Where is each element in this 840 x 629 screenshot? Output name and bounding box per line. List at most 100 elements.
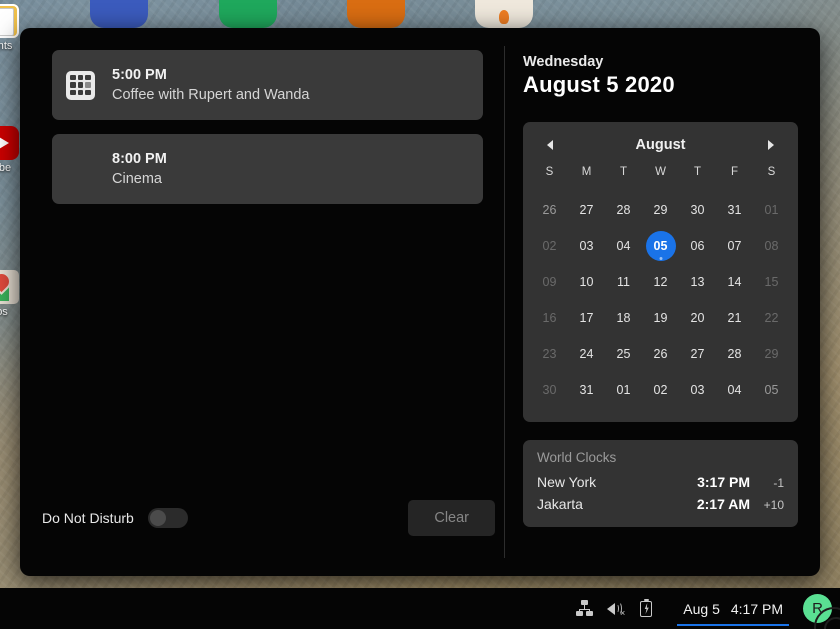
calendar-day-cell[interactable]: 25 — [605, 336, 642, 372]
calendar-day-cell[interactable]: 03 — [679, 372, 716, 408]
calendar-week-row: 23 24 25 26 27 28 29 — [531, 336, 790, 372]
world-clock-city: Jakarta — [537, 496, 583, 512]
event-time: 5:00 PM — [112, 67, 167, 83]
taskbar-time-label: 4:17 PM — [730, 600, 783, 617]
event-list: 5:00 PM Coffee with Rupert and Wanda 8:00 … — [52, 50, 483, 218]
event-title: Cinema — [112, 171, 162, 187]
world-clock-time: 3:17 PM — [697, 474, 750, 490]
prev-month-arrow-icon[interactable] — [541, 136, 559, 154]
calendar-day-cell[interactable]: 10 — [568, 264, 605, 300]
desktop-icon-label: os — [0, 306, 8, 318]
do-not-disturb-toggle[interactable] — [147, 508, 188, 528]
world-clock-offset: +10 — [763, 498, 784, 512]
calendar-week-row: 09 10 11 12 13 14 15 — [531, 264, 790, 300]
calendar-day-cell[interactable]: 31 — [716, 192, 753, 228]
desktop-icon-documents[interactable]: ents — [0, 4, 20, 52]
calendar-day-selected[interactable]: 05 — [642, 228, 679, 264]
dock-app-app-orange[interactable] — [347, 0, 405, 28]
dock-app-app-green[interactable] — [219, 0, 277, 28]
maps-pin-icon — [0, 270, 19, 304]
calendar-day-cell[interactable]: 16 — [531, 300, 568, 336]
calendar-day-cell[interactable]: 11 — [605, 264, 642, 300]
desktop-icon-youtube[interactable]: ube — [0, 126, 20, 174]
calendar-day-cell[interactable]: 02 — [531, 228, 568, 264]
calendar-day-cell[interactable]: 18 — [605, 300, 642, 336]
calendar-day-cell[interactable]: 19 — [642, 300, 679, 336]
date-column: Wednesday August 5 2020 August S M T W T F S 2… — [505, 28, 820, 576]
calendar-day-cell[interactable]: 27 — [679, 336, 716, 372]
event-card[interactable]: 5:00 PM Coffee with Rupert and Wanda — [52, 50, 483, 120]
event-card[interactable]: 8:00 PM Cinema — [52, 134, 483, 204]
calendar-day-cell[interactable]: 13 — [679, 264, 716, 300]
calendar-day-cell[interactable]: 01 — [753, 192, 790, 228]
documents-folder-icon — [0, 4, 19, 38]
calendar-day-cell[interactable]: 12 — [642, 264, 679, 300]
event-body: 5:00 PM Coffee with Rupert and Wanda — [112, 67, 309, 103]
world-clock-city: New York — [537, 474, 597, 490]
calendar-day-cell[interactable]: 21 — [716, 300, 753, 336]
calendar-header: August — [531, 132, 790, 166]
calendar-day-cell[interactable]: 26 — [531, 192, 568, 228]
world-clock-row: Jakarta 2:17 AM +10 — [537, 493, 784, 515]
calendar-day-cell[interactable]: 07 — [716, 228, 753, 264]
world-clocks-widget: World Clocks New York 3:17 PM -1 Jakarta 2:1… — [523, 440, 798, 527]
calendar-day-cell[interactable]: 15 — [753, 264, 790, 300]
calendar-day-initial: W — [655, 166, 666, 178]
world-clock-offset: -1 — [773, 476, 784, 490]
calendar-day-cell[interactable]: 03 — [568, 228, 605, 264]
calendar-day-initial: S — [767, 166, 776, 178]
calendar-day-cell[interactable]: 22 — [753, 300, 790, 336]
calendar-week-row: 02 03 04 05 06 07 08 — [531, 228, 790, 264]
calendar-day-cell[interactable]: 29 — [642, 192, 679, 228]
weekday-label: Wednesday — [523, 54, 604, 70]
calendar-day-cell[interactable]: 28 — [605, 192, 642, 228]
calendar-day-cell[interactable]: 31 — [568, 372, 605, 408]
calendar-day-cell[interactable]: 14 — [716, 264, 753, 300]
calendar-day-cell[interactable]: 09 — [531, 264, 568, 300]
volume-muted-icon[interactable]: × — [607, 600, 625, 618]
full-date-label: August 5 2020 — [523, 72, 675, 97]
calendar-day-cell[interactable]: 30 — [531, 372, 568, 408]
calendar-week-row: 16 17 18 19 20 21 22 — [531, 300, 790, 336]
desktop-icon-label: ube — [0, 162, 12, 174]
desktop: ents ube os 5:00 PM Coffee with Rupert and … — [0, 0, 840, 629]
calendar-day-cell[interactable]: 30 — [679, 192, 716, 228]
world-clock-row: New York 3:17 PM -1 — [537, 471, 784, 493]
world-clock-time: 2:17 AM — [696, 496, 750, 512]
do-not-disturb-label: Do Not Disturb — [42, 510, 134, 526]
calendar-day-initial: M — [581, 166, 592, 178]
notification-calendar-panel: 5:00 PM Coffee with Rupert and Wanda 8:00 … — [20, 28, 820, 576]
calendar-day-cell[interactable]: 27 — [568, 192, 605, 228]
calendar-day-cell[interactable]: 02 — [642, 372, 679, 408]
calendar-month-label: August — [635, 137, 686, 153]
calendar-day-initials: SMTWTFS — [531, 166, 790, 178]
event-icon-slot — [66, 70, 96, 100]
calendar-day-cell[interactable]: 26 — [642, 336, 679, 372]
calendar-week-row: 26 27 28 29 30 31 01 — [531, 192, 790, 228]
dock-app-inner-shape — [499, 10, 509, 24]
clear-notifications-button[interactable]: Clear — [408, 500, 495, 536]
calendar-day-cell[interactable]: 01 — [605, 372, 642, 408]
calendar-day-cell[interactable]: 23 — [531, 336, 568, 372]
battery-charging-icon[interactable] — [638, 599, 655, 617]
calendar-day-cell[interactable]: 06 — [679, 228, 716, 264]
system-tray: × — [562, 599, 669, 618]
calendar-day-cell[interactable]: 17 — [568, 300, 605, 336]
calendar-day-cell[interactable]: 08 — [753, 228, 790, 264]
calendar-day-cell[interactable]: 20 — [679, 300, 716, 336]
calendar-day-cell[interactable]: 04 — [605, 228, 642, 264]
dock-app-app-blue[interactable] — [90, 0, 148, 28]
next-month-arrow-icon[interactable] — [762, 136, 780, 154]
event-body: 8:00 PM Cinema — [112, 151, 167, 187]
network-icon[interactable] — [576, 600, 594, 617]
calendar-day-cell[interactable]: 05 — [753, 372, 790, 408]
calendar-widget: August SMTWTFS 26 27 28 29 30 31 01 02 03 04 05 06 0… — [523, 122, 798, 422]
taskbar-clock-button[interactable]: Aug 5 4:17 PM — [669, 588, 797, 629]
dock-app-app-cream[interactable] — [475, 0, 533, 28]
notification-footer: Do Not Disturb Clear — [20, 500, 505, 562]
calendar-day-cell[interactable]: 04 — [716, 372, 753, 408]
calendar-day-cell[interactable]: 28 — [716, 336, 753, 372]
calendar-day-cell[interactable]: 29 — [753, 336, 790, 372]
desktop-icon-maps[interactable]: os — [0, 270, 20, 318]
calendar-day-cell[interactable]: 24 — [568, 336, 605, 372]
